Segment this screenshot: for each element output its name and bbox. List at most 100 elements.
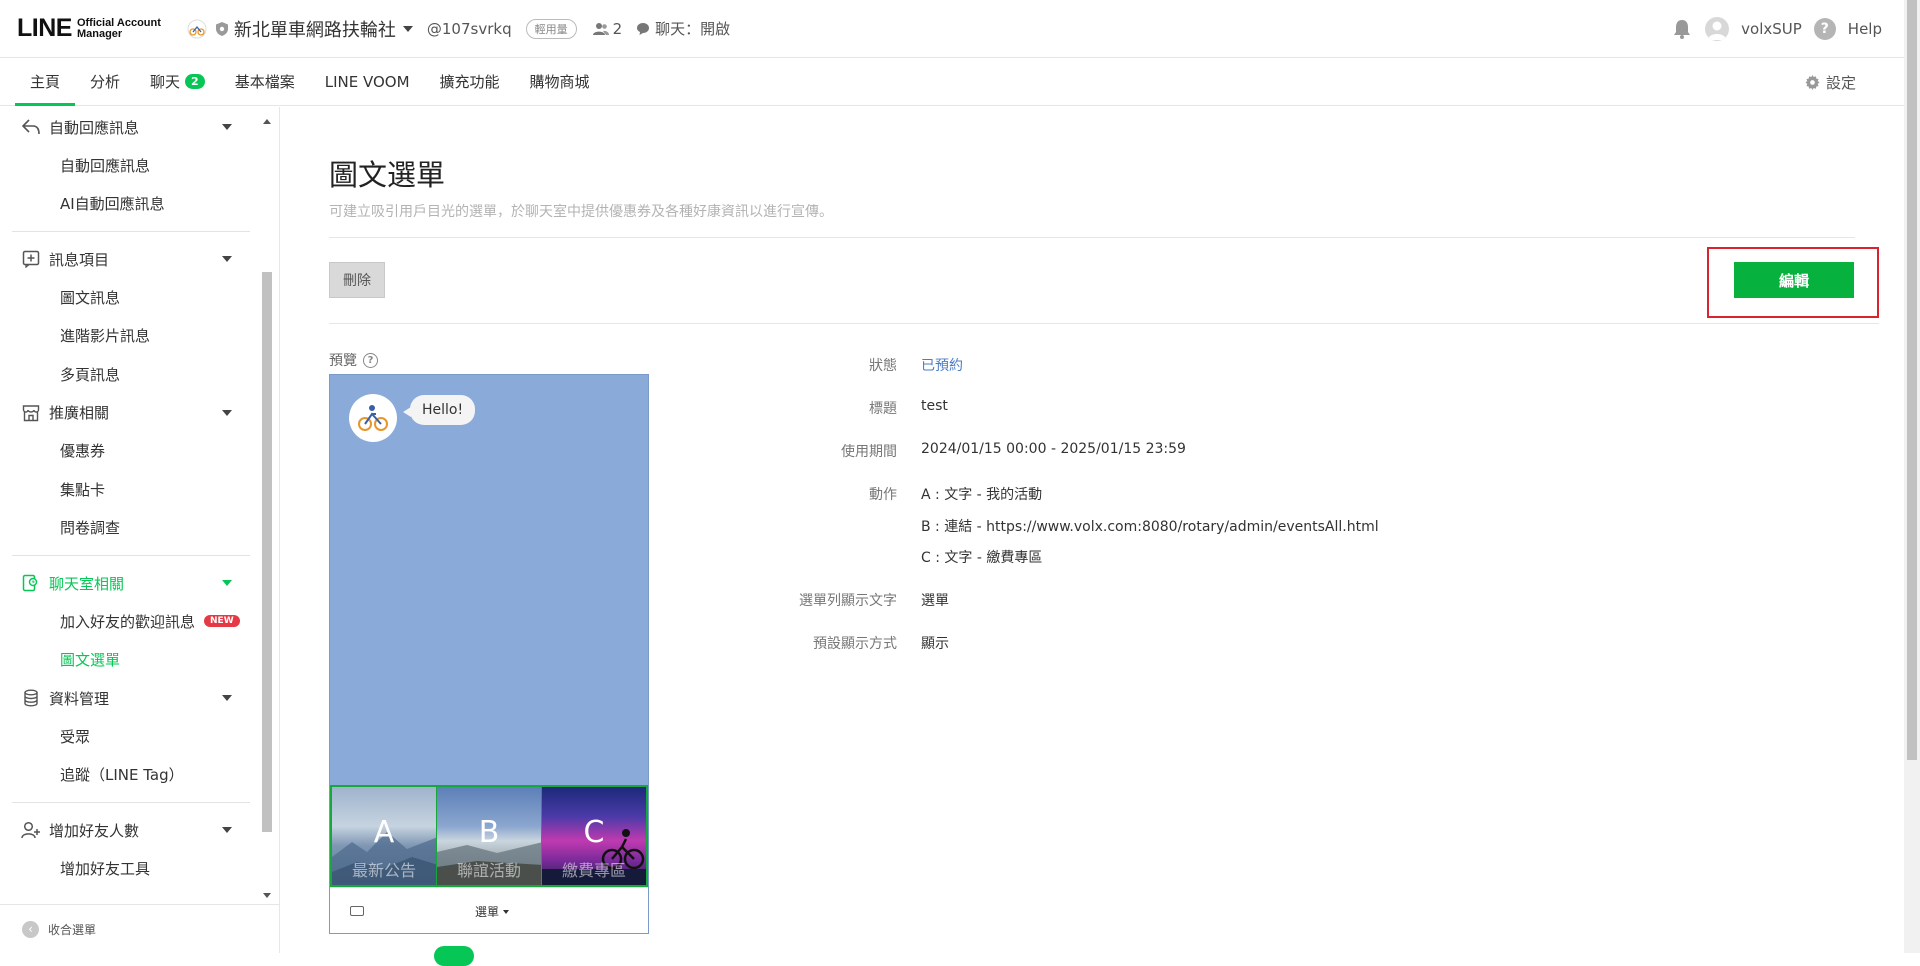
chat-input-bar: 選單 xyxy=(330,887,648,933)
sidebar-group-auto-reply[interactable]: 自動回應訊息 xyxy=(0,108,260,146)
chevron-down-icon xyxy=(222,124,232,130)
tab-line-voom[interactable]: LINE VOOM xyxy=(310,58,425,105)
tab-shop[interactable]: 購物商城 xyxy=(515,58,605,105)
sidebar-group-data-management[interactable]: 資料管理 xyxy=(0,679,260,717)
detail-row-default-display: 預設顯示方式 顯示 xyxy=(689,633,1489,676)
preview-label: 預覽 ? xyxy=(329,350,378,370)
delete-button[interactable]: 刪除 xyxy=(329,262,385,298)
sidebar-scrollbar[interactable] xyxy=(260,119,274,898)
sidebar-group-message-items[interactable]: 訊息項目 xyxy=(0,240,260,278)
sidebar-item-auto-reply[interactable]: 自動回應訊息 xyxy=(0,146,260,185)
action-item: A : 文字 - 我的活動 xyxy=(921,487,1043,503)
main-content: 圖文選單 可建立吸引用戶目光的選單，於聊天室中提供優惠券及各種好康資訊以進行宣傳… xyxy=(329,107,1879,966)
add-friend-icon xyxy=(20,819,42,841)
help-icon[interactable]: ? xyxy=(1813,18,1836,40)
chat-mode-status[interactable]: 聊天：開啟 xyxy=(636,18,730,39)
action-item: C : 文字 - 繳費專區 xyxy=(921,550,1043,566)
chevron-down-icon xyxy=(222,695,232,701)
rich-menu-preview: Hello! A 最新公告 B 聯誼活動 C 繳費專區 選單 xyxy=(329,374,649,934)
rich-menu-area-c[interactable]: C 繳費專區 xyxy=(542,787,646,885)
chevron-left-icon: ‹ xyxy=(22,920,39,938)
toggle-switch[interactable] xyxy=(434,946,474,966)
detail-row-title: 標題 test xyxy=(689,398,1489,441)
logo-text: LINE xyxy=(17,14,72,42)
user-avatar-icon[interactable] xyxy=(1705,17,1730,41)
default-display-value: 顯示 xyxy=(921,636,949,652)
chat-bubble-icon xyxy=(637,22,650,35)
edit-button[interactable]: 編輯 xyxy=(1734,262,1854,298)
chat-bubble: Hello! xyxy=(402,395,476,425)
chevron-down-icon xyxy=(222,580,232,586)
account-id: @107svrkq xyxy=(426,19,512,38)
chevron-down-icon xyxy=(222,409,232,416)
chat-room-icon xyxy=(20,572,42,594)
help-question-icon[interactable]: ? xyxy=(363,352,378,368)
friends-icon xyxy=(592,22,609,35)
sidebar-item-line-tag[interactable]: 追蹤（LINE Tag） xyxy=(0,756,260,795)
scroll-up-icon[interactable] xyxy=(263,119,271,124)
sidebar-item-friend-tools[interactable]: 增加好友工具 xyxy=(0,849,260,888)
page-title: 圖文選單 xyxy=(329,158,446,192)
account-name: 新北單車網路扶輪社 xyxy=(233,19,396,41)
sidebar-group-promotion[interactable]: 推廣相關 xyxy=(0,394,260,432)
page-scrollbar[interactable] xyxy=(1904,0,1920,953)
gear-icon xyxy=(1805,74,1820,90)
account-switcher[interactable]: 新北單車網路扶輪社 @107svrkq 輕用量 2 聊天：開啟 xyxy=(187,16,730,42)
scrollbar-thumb[interactable] xyxy=(262,272,272,832)
tab-analytics[interactable]: 分析 xyxy=(75,58,135,105)
sidebar-item-rich-menu[interactable]: 圖文選單 xyxy=(0,641,260,680)
sidebar-item-rich-message[interactable]: 圖文訊息 xyxy=(0,278,260,317)
sidebar-item-welcome-message[interactable]: 加入好友的歡迎訊息 NEW xyxy=(0,602,260,641)
divider xyxy=(329,323,1879,324)
sidebar-item-rich-video[interactable]: 進階影片訊息 xyxy=(0,317,260,356)
tab-profile[interactable]: 基本檔案 xyxy=(220,58,310,105)
database-icon xyxy=(20,687,42,709)
menu-area-label: 繳費專區 xyxy=(561,861,626,880)
sidebar-group-chat-room[interactable]: 聊天室相關 xyxy=(0,564,260,602)
logo-subtext: Official Account Manager xyxy=(76,16,161,40)
status-value: 已預約 xyxy=(921,358,963,374)
scrollbar-thumb[interactable] xyxy=(1907,0,1917,760)
divider xyxy=(329,237,1855,238)
divider xyxy=(12,231,250,232)
verified-shield-icon xyxy=(215,21,228,36)
rich-menu-area-a[interactable]: A 最新公告 xyxy=(332,787,437,885)
sidebar: 自動回應訊息 自動回應訊息 AI自動回應訊息 訊息項目 圖文訊息 進階影片訊息 … xyxy=(0,107,280,953)
notification-bell-icon[interactable] xyxy=(1671,18,1693,40)
username[interactable]: volxSUP xyxy=(1741,20,1802,38)
collapse-menu-button[interactable]: ‹ 收合選單 xyxy=(0,904,279,953)
rich-menu-grid: A 最新公告 B 聯誼活動 C 繳費專區 xyxy=(330,785,648,887)
divider xyxy=(12,802,250,803)
tab-chat[interactable]: 聊天 2 xyxy=(135,58,220,105)
friends-count: 2 xyxy=(592,20,622,38)
tab-extensions[interactable]: 擴充功能 xyxy=(425,58,515,105)
plan-badge: 輕用量 xyxy=(525,18,577,39)
new-badge: NEW xyxy=(204,615,240,628)
sidebar-group-add-friends[interactable]: 增加好友人數 xyxy=(0,811,260,849)
line-oa-logo[interactable]: LINE Official Account Manager xyxy=(17,14,161,43)
sidebar-item-reward-card[interactable]: 集點卡 xyxy=(0,470,260,509)
help-link[interactable]: Help xyxy=(1848,20,1882,38)
chat-count-badge: 2 xyxy=(185,74,205,89)
sidebar-item-survey[interactable]: 問卷調查 xyxy=(0,509,260,548)
sidebar-item-card-message[interactable]: 多頁訊息 xyxy=(0,355,260,394)
settings-link[interactable]: 設定 xyxy=(1805,58,1856,106)
keyboard-icon[interactable] xyxy=(350,906,364,916)
sidebar-item-ai-auto-reply[interactable]: AI自動回應訊息 xyxy=(0,185,260,224)
tab-home[interactable]: 主頁 xyxy=(15,58,76,106)
menu-area-label: 最新公告 xyxy=(351,861,416,880)
menu-area-label: 聯誼活動 xyxy=(456,861,521,880)
menu-area-letter: B xyxy=(478,815,500,850)
menu-toggle-button[interactable]: 選單 xyxy=(475,903,510,920)
sidebar-item-coupons[interactable]: 優惠券 xyxy=(0,432,260,471)
chevron-down-icon xyxy=(222,256,232,262)
rich-menu-area-b[interactable]: B 聯誼活動 xyxy=(437,787,542,885)
bot-avatar-icon xyxy=(349,394,397,442)
sidebar-menu: 自動回應訊息 自動回應訊息 AI自動回應訊息 訊息項目 圖文訊息 進階影片訊息 … xyxy=(0,107,260,893)
sidebar-item-audience[interactable]: 受眾 xyxy=(0,717,260,756)
title-value: test xyxy=(921,398,948,414)
account-avatar-icon xyxy=(187,19,207,38)
menu-area-letter: A xyxy=(373,815,395,850)
scroll-down-icon[interactable] xyxy=(263,893,271,898)
main-nav: 主頁 分析 聊天 2 基本檔案 LINE VOOM 擴充功能 購物商城 設定 xyxy=(0,58,1904,106)
